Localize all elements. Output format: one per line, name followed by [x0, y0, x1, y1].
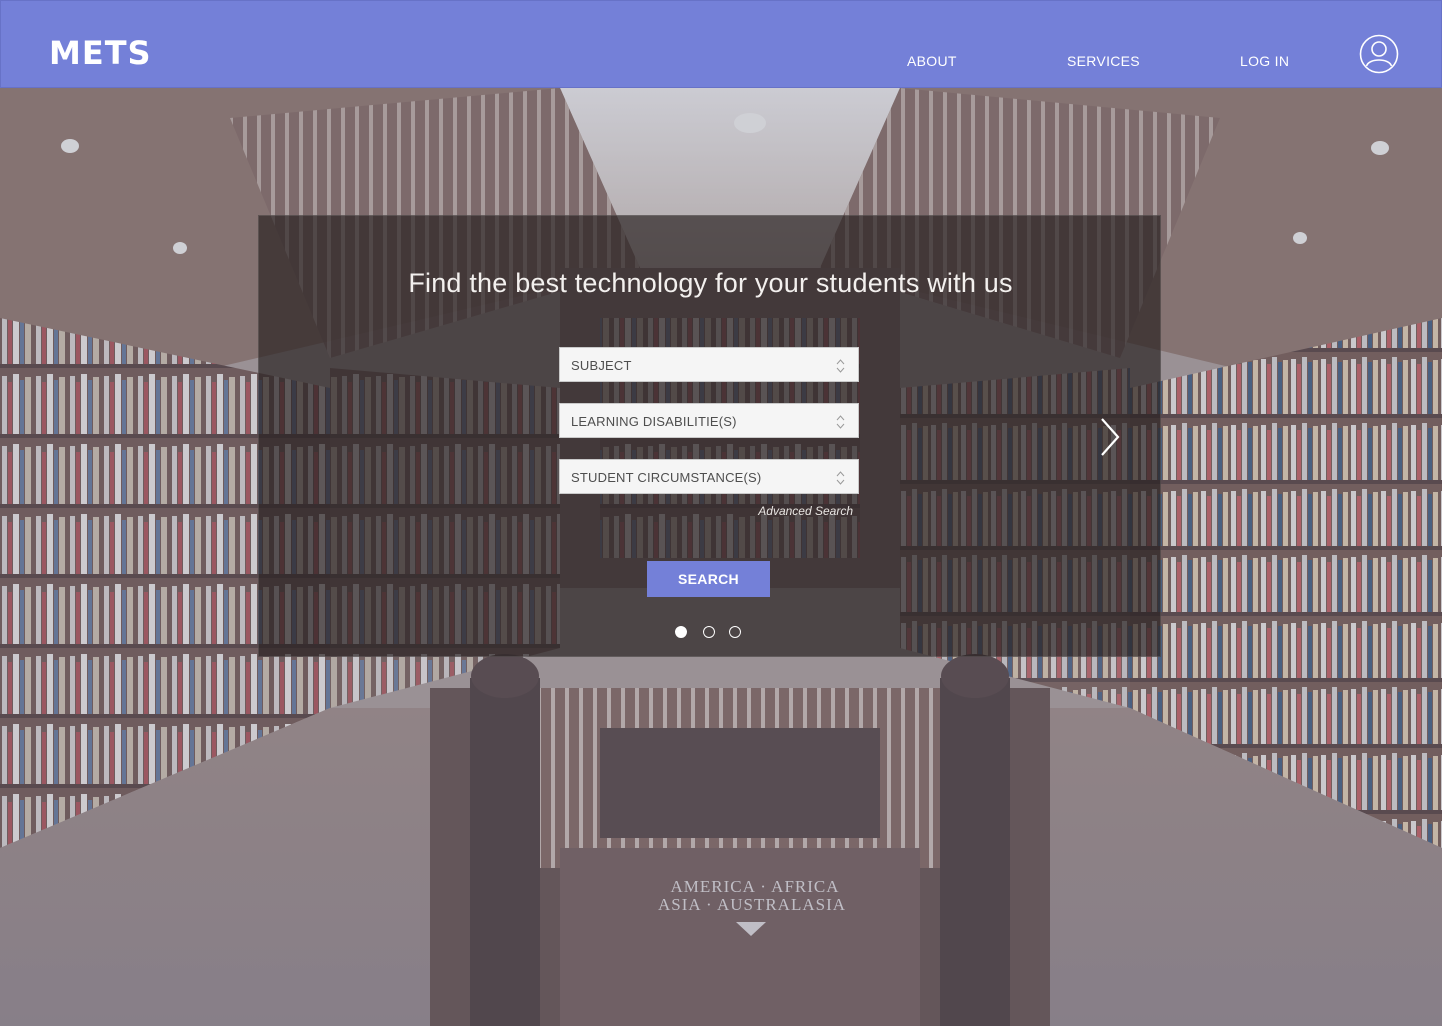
carousel-indicators: [259, 626, 1162, 640]
student-circumstances-select[interactable]: STUDENT CIRCUMSTANCE(S): [559, 459, 859, 494]
hero-headline: Find the best technology for your studen…: [408, 268, 1013, 298]
carousel-dot-3[interactable]: [729, 626, 741, 638]
user-profile-icon[interactable]: [1359, 34, 1399, 74]
search-button[interactable]: SEARCH: [647, 561, 770, 597]
subject-select[interactable]: SUBJECT: [559, 347, 859, 382]
advanced-search-link[interactable]: Advanced Search: [749, 504, 853, 518]
search-panel: Find the best technology for your studen…: [258, 215, 1161, 657]
carousel-dot-1[interactable]: [675, 626, 687, 638]
learning-disabilities-select-label: LEARNING DISABILITIE(S): [571, 414, 737, 429]
nav-about-link[interactable]: ABOUT: [907, 53, 957, 69]
select-arrows-icon: [836, 471, 845, 485]
learning-disabilities-select[interactable]: LEARNING DISABILITIE(S): [559, 403, 859, 438]
top-navigation-bar: METS ABOUT SERVICES LOG IN: [0, 0, 1442, 88]
subject-select-label: SUBJECT: [571, 358, 632, 373]
student-circumstances-select-label: STUDENT CIRCUMSTANCE(S): [571, 470, 762, 485]
nav-login-link[interactable]: LOG IN: [1240, 53, 1289, 69]
chevron-right-icon[interactable]: [1099, 416, 1121, 458]
select-arrows-icon: [836, 415, 845, 429]
nav-services-link[interactable]: SERVICES: [1067, 53, 1140, 69]
brand-logo[interactable]: METS: [49, 34, 152, 72]
select-arrows-icon: [836, 359, 845, 373]
carousel-dot-2[interactable]: [703, 626, 715, 638]
